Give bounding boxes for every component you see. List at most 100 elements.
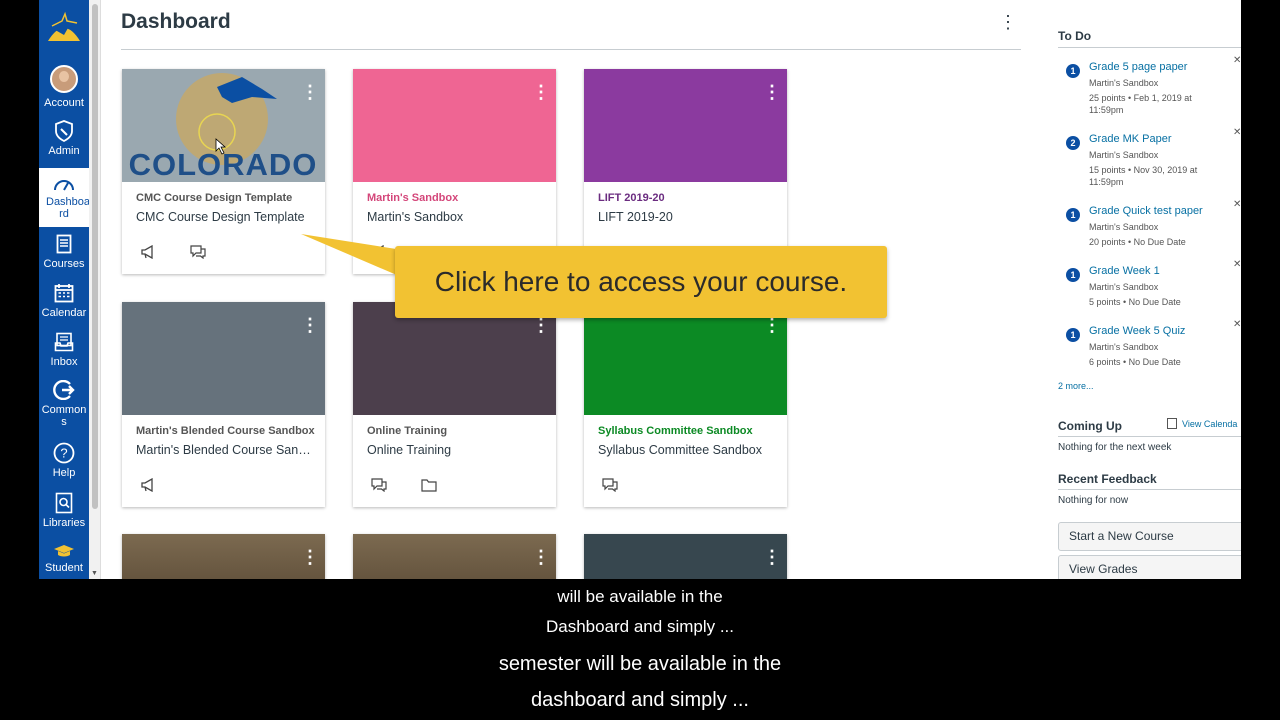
card-options-icon[interactable]: ⋮: [301, 81, 319, 103]
nav-label: Account: [44, 97, 84, 109]
institution-logo[interactable]: [39, 0, 89, 56]
view-calendar-label: View Calenda: [1182, 419, 1238, 429]
course-card-code: Syllabus Committee Sandbox: [598, 425, 753, 437]
course-card-name[interactable]: Syllabus Committee Sandbox: [598, 443, 776, 457]
course-card-hero[interactable]: [584, 534, 787, 579]
course-card[interactable]: ⋮ LIFT 2019-20 LIFT 2019-20: [584, 69, 787, 274]
todo-meta: 20 points • No Due Date: [1089, 237, 1186, 247]
todo-heading: To Do: [1058, 29, 1092, 43]
todo-title[interactable]: Grade Week 5 Quiz: [1089, 325, 1185, 337]
course-card[interactable]: ⋮: [584, 534, 787, 579]
calendar-icon: [1167, 418, 1177, 429]
todo-course: Martin's Sandbox: [1089, 282, 1159, 292]
library-search-icon: [53, 492, 75, 514]
nav-calendar[interactable]: Calendar: [39, 282, 89, 319]
todo-divider: [1058, 47, 1241, 48]
course-card-name[interactable]: LIFT 2019-20: [598, 210, 776, 224]
view-grades-button[interactable]: View Grades: [1058, 555, 1241, 579]
view-calendar-link[interactable]: View Calenda: [1167, 418, 1237, 429]
nav-account[interactable]: Account: [39, 64, 89, 109]
dismiss-icon[interactable]: ✕: [1233, 55, 1241, 66]
card-options-icon[interactable]: ⋮: [532, 81, 550, 103]
nav-student[interactable]: Student: [39, 543, 89, 574]
course-card-hero[interactable]: [353, 302, 556, 415]
card-options-icon[interactable]: ⋮: [763, 81, 781, 103]
card-options-icon[interactable]: ⋮: [763, 546, 781, 568]
nav-scrollbar[interactable]: ▼: [89, 0, 101, 579]
announcement-icon[interactable]: [140, 477, 156, 493]
share-arrow-icon: [53, 379, 75, 401]
announcement-icon[interactable]: [140, 244, 156, 260]
course-card[interactable]: ⋮ Martin's Blended Course Sandbox Martin…: [122, 302, 325, 507]
dismiss-icon[interactable]: ✕: [1233, 199, 1241, 210]
course-card[interactable]: ⋮: [122, 534, 325, 579]
todo-course: Martin's Sandbox: [1089, 78, 1159, 88]
caption-line: Dashboard and simply ...: [545, 617, 735, 636]
scroll-down-icon[interactable]: ▼: [91, 570, 98, 577]
todo-meta: 25 points • Feb 1, 2019 at 11:59pm: [1089, 93, 1192, 115]
todo-course: Martin's Sandbox: [1089, 342, 1159, 352]
nav-courses[interactable]: Courses: [39, 233, 89, 270]
course-card-code: LIFT 2019-20: [598, 192, 665, 204]
coming-up-heading: Coming Up: [1058, 419, 1122, 433]
section-divider: [1058, 436, 1241, 437]
nav-admin[interactable]: Admin: [39, 120, 89, 157]
speedometer-icon: [53, 173, 75, 195]
course-card[interactable]: ⋮ Syllabus Committee Sandbox Syllabus Co…: [584, 302, 787, 507]
discussion-icon[interactable]: [602, 478, 618, 493]
discussion-icon[interactable]: [371, 478, 387, 493]
course-card-name[interactable]: CMC Course Design Template: [136, 210, 314, 224]
nav-label: Student: [45, 562, 83, 574]
nav-label: Admin: [48, 145, 80, 157]
nav-libraries[interactable]: Libraries: [39, 492, 89, 529]
dismiss-icon[interactable]: ✕: [1233, 319, 1241, 330]
video-frame: Account Admin Dashboa rd Courses Calenda…: [0, 0, 1280, 720]
calendar-icon: [53, 282, 75, 304]
course-card-hero[interactable]: COLORADO: [122, 69, 325, 182]
todo-title[interactable]: Grade Quick test paper: [1089, 205, 1203, 217]
avatar: [50, 65, 78, 93]
section-divider: [1058, 489, 1241, 490]
course-card-hero[interactable]: [353, 69, 556, 182]
course-card-name[interactable]: Martin's Sandbox: [367, 210, 545, 224]
course-card-hero[interactable]: [353, 534, 556, 579]
tutorial-callout: Click here to access your course.: [395, 246, 887, 318]
card-options-icon[interactable]: ⋮: [301, 546, 319, 568]
help-icon: ?: [53, 442, 75, 464]
dismiss-icon[interactable]: ✕: [1233, 259, 1241, 270]
course-card-hero[interactable]: [122, 534, 325, 579]
nav-inbox[interactable]: Inbox: [39, 331, 89, 368]
course-card[interactable]: ⋮ Online Training Online Training: [353, 302, 556, 507]
start-new-course-button[interactable]: Start a New Course: [1058, 522, 1241, 551]
course-card-hero[interactable]: [584, 69, 787, 182]
course-card-hero[interactable]: [122, 302, 325, 415]
course-card-hero[interactable]: [584, 302, 787, 415]
nav-dashboard[interactable]: Dashboa rd: [39, 168, 90, 227]
caption-line: semester will be available in the: [498, 653, 782, 675]
caption-line: will be available in the: [557, 587, 723, 606]
colorado-logo-image: COLORADO: [129, 73, 316, 182]
course-card-name[interactable]: Online Training: [367, 443, 545, 457]
shield-icon: [53, 120, 75, 142]
dismiss-icon[interactable]: ✕: [1233, 127, 1241, 138]
todo-title[interactable]: Grade 5 page paper: [1089, 61, 1187, 73]
nav-commons[interactable]: Common s: [39, 379, 89, 428]
todo-meta: 5 points • No Due Date: [1089, 297, 1181, 307]
folder-icon[interactable]: [421, 478, 437, 492]
course-card[interactable]: ⋮: [353, 534, 556, 579]
page-title: Dashboard: [121, 10, 231, 33]
course-card-name[interactable]: Martin's Blended Course Sand...: [136, 443, 314, 457]
card-options-icon[interactable]: ⋮: [532, 546, 550, 568]
discussion-icon[interactable]: [190, 245, 206, 260]
todo-title[interactable]: Grade MK Paper: [1089, 133, 1172, 145]
course-card[interactable]: COLORADO ⋮ CMC Course Design Template CM…: [122, 69, 325, 274]
card-options-icon[interactable]: ⋮: [301, 314, 319, 336]
course-card-code: Martin's Blended Course Sandbox: [136, 425, 315, 437]
scrollbar-thumb[interactable]: [92, 4, 98, 509]
todo-more-link[interactable]: 2 more...: [1058, 381, 1094, 391]
todo-meta: 15 points • Nov 30, 2019 at 11:59pm: [1089, 165, 1198, 187]
dashboard-options-icon[interactable]: ⋮: [999, 12, 1017, 32]
nav-help[interactable]: ? Help: [39, 442, 89, 479]
todo-title[interactable]: Grade Week 1: [1089, 265, 1160, 277]
coming-up-empty: Nothing for the next week: [1058, 442, 1172, 453]
